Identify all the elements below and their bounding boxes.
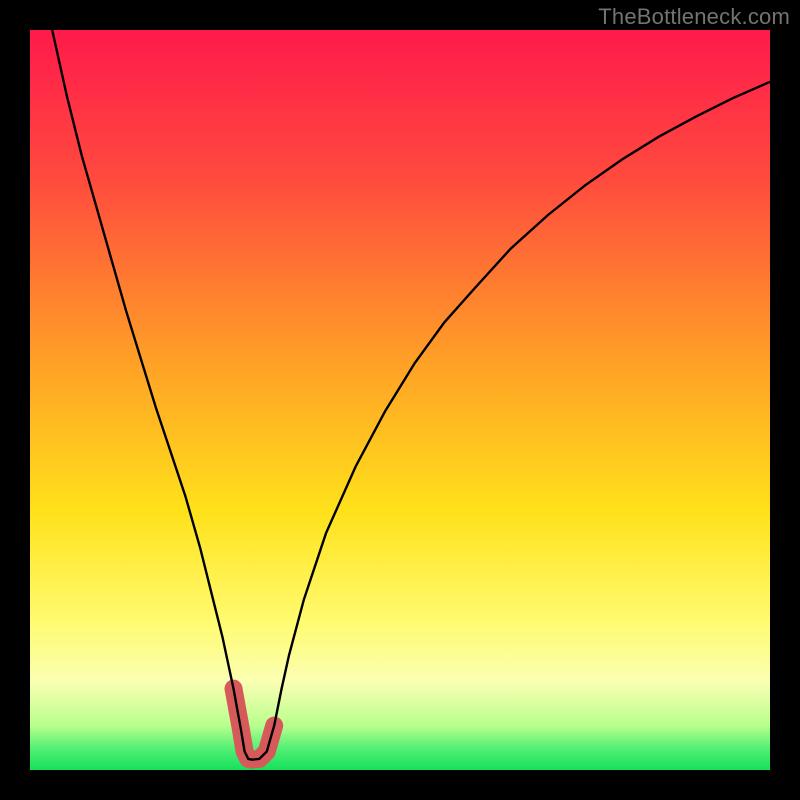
watermark-label: TheBottleneck.com xyxy=(598,4,790,30)
bottleneck-curve xyxy=(52,30,770,760)
curve-layer xyxy=(30,30,770,770)
chart-root: TheBottleneck.com xyxy=(0,0,800,800)
plot-area xyxy=(30,30,770,770)
